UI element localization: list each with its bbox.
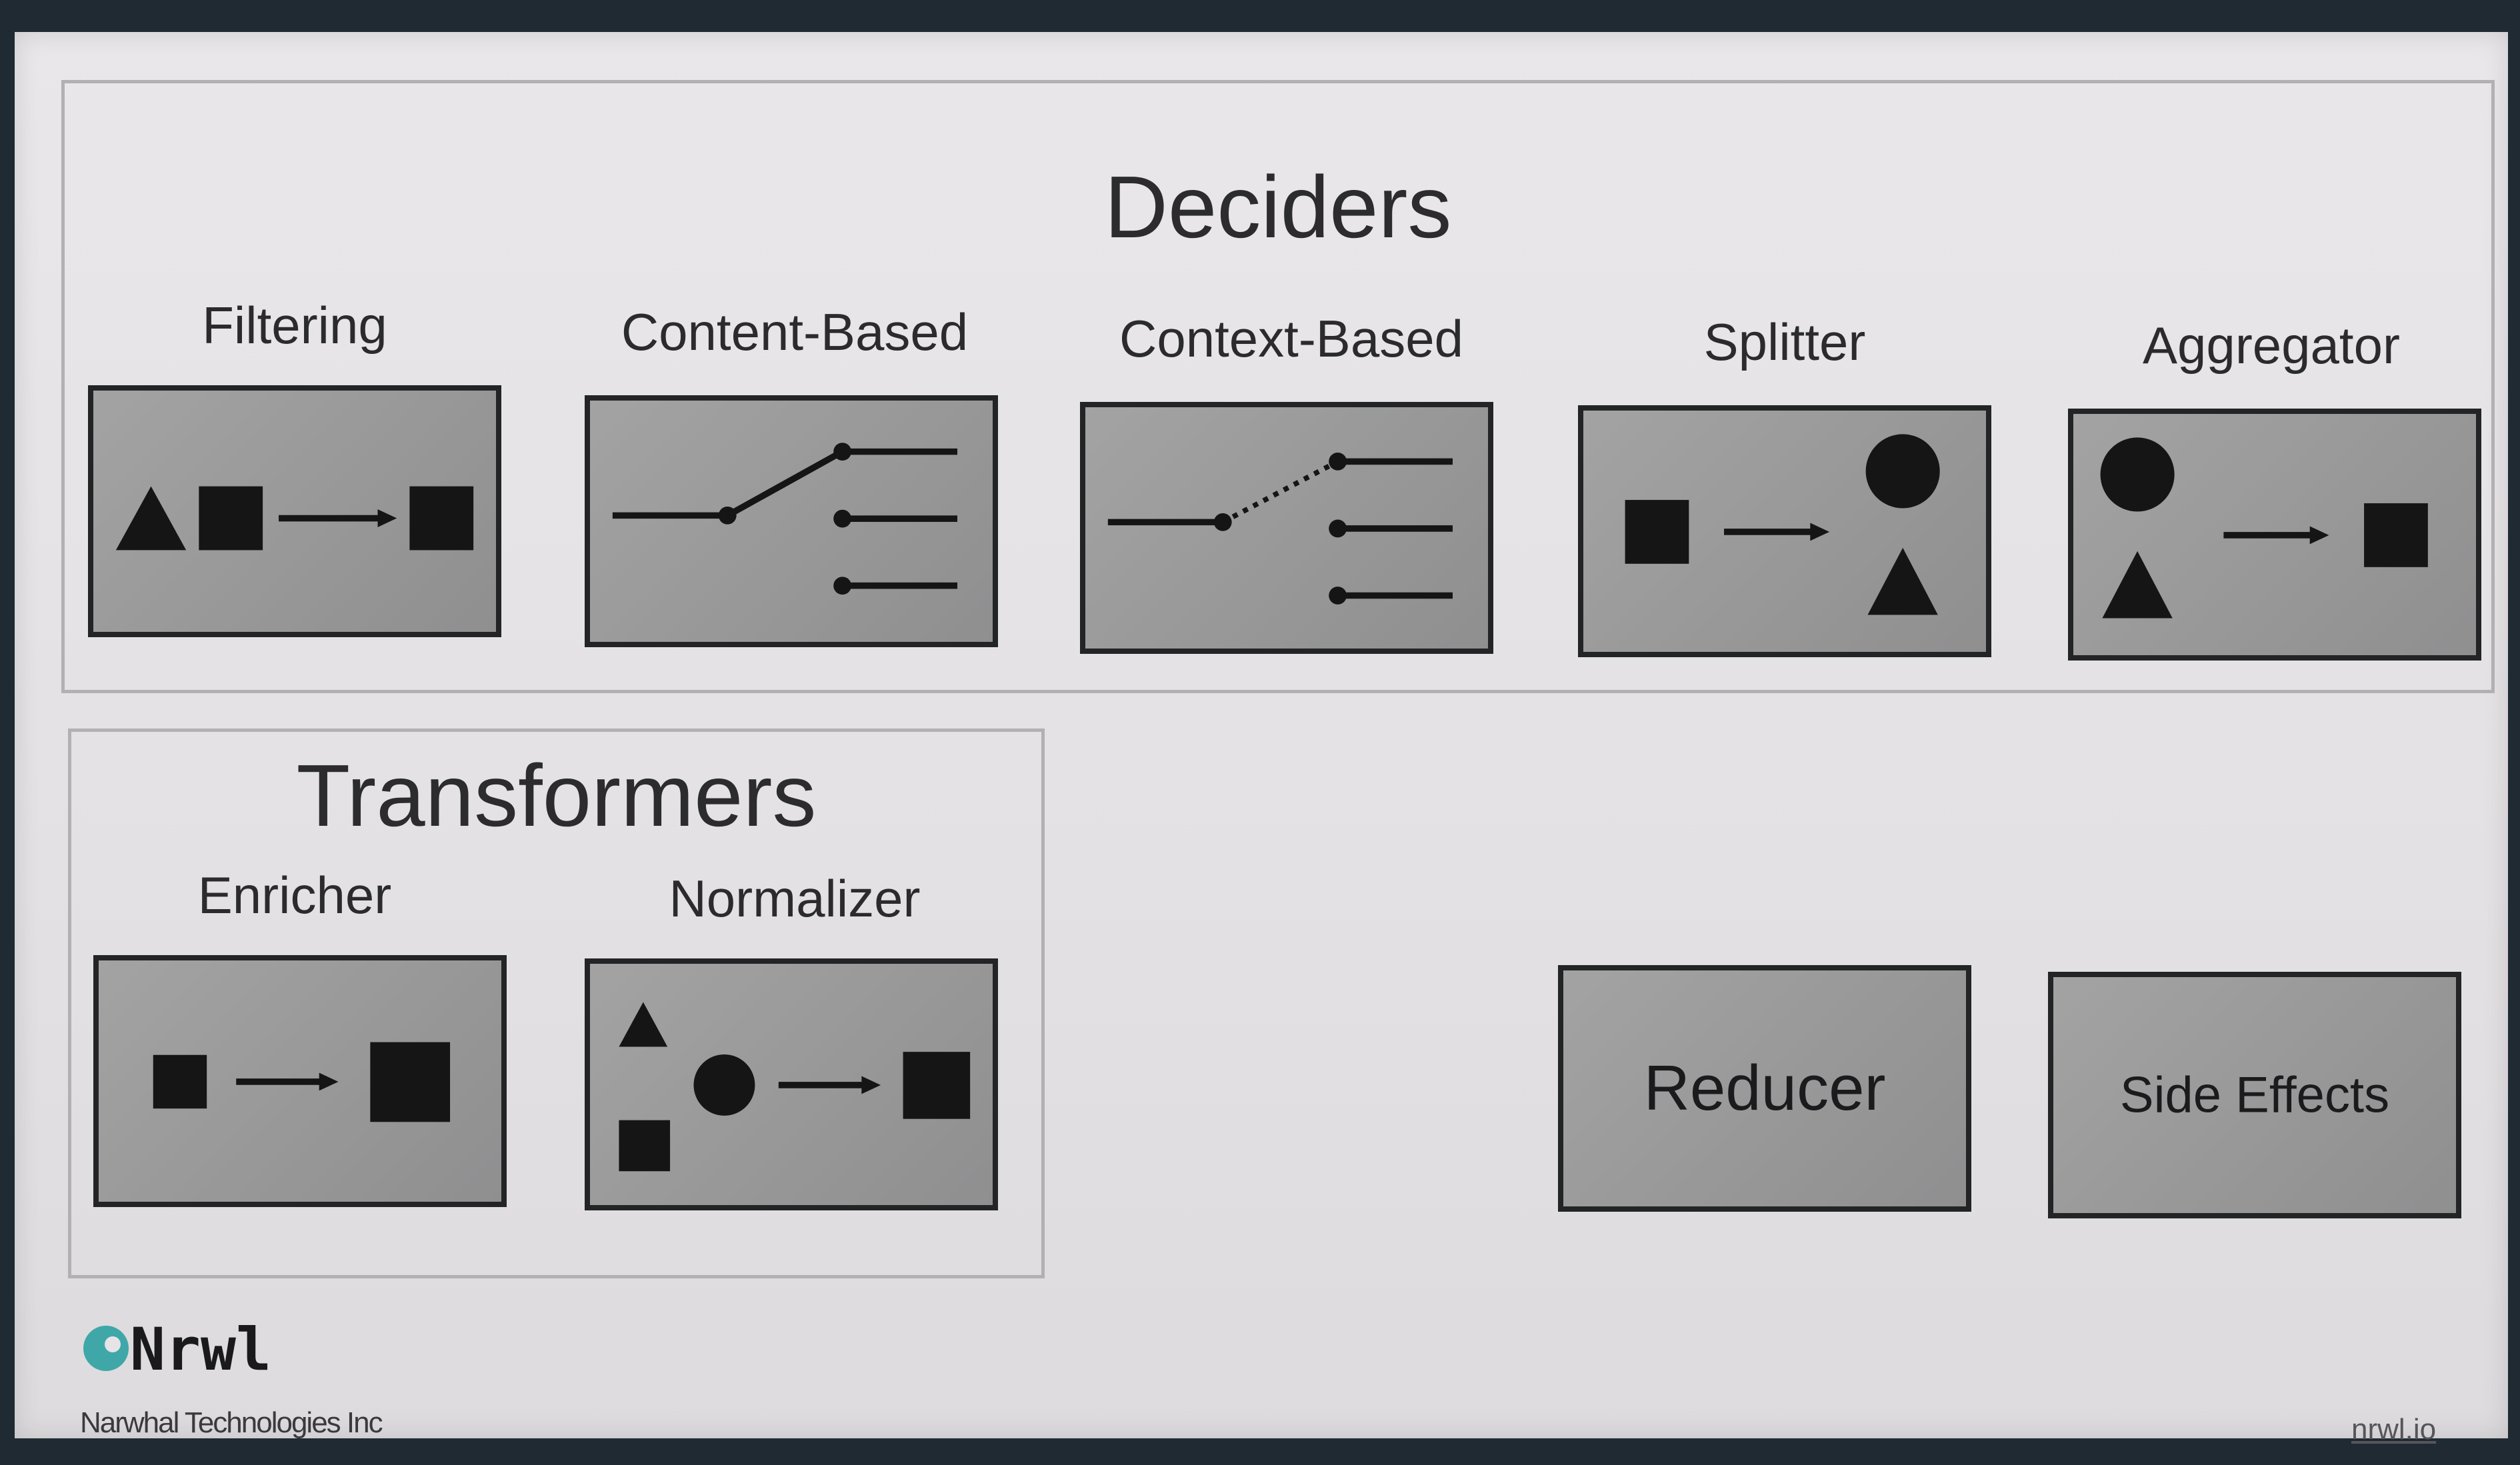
arrow-head-icon <box>319 1072 339 1091</box>
reducer-tile: Reducer <box>1558 965 1971 1212</box>
arrow-head-icon <box>1810 523 1830 541</box>
triangle-icon <box>2102 551 2173 619</box>
large-square-icon <box>370 1042 451 1122</box>
transformers-title: Transformers <box>296 746 817 844</box>
enricher-tile <box>93 955 507 1207</box>
logo-text: Nrwl <box>130 1315 271 1384</box>
context-based-diagram <box>1107 452 1453 605</box>
company-name: Narwhal Technologies Inc <box>80 1406 383 1439</box>
site-link[interactable]: nrwl.io <box>2351 1413 2436 1446</box>
square-icon <box>619 1120 671 1172</box>
content-based-diagram <box>612 443 957 595</box>
aggregator-diagram <box>2100 437 2428 619</box>
slide: Deciders Filtering Content-Based Context… <box>15 32 2508 1446</box>
reducer-label: Reducer <box>1643 1052 1886 1124</box>
aggregator-tile <box>2068 409 2481 661</box>
triangle-icon <box>619 1002 668 1047</box>
side-effects-label: Side Effects <box>2119 1066 2390 1124</box>
splitter-label: Splitter <box>1703 313 1866 371</box>
normalizer-label: Normalizer <box>669 869 921 928</box>
square-icon <box>1625 500 1689 564</box>
narwhal-logo-icon: Nrwl <box>83 1315 271 1384</box>
square-icon <box>2364 503 2428 567</box>
square-icon <box>409 486 474 551</box>
nrwl-logo: Nrwl <box>78 1315 278 1388</box>
context-based-tile <box>1080 402 1493 654</box>
circle-icon <box>1865 434 1940 509</box>
arrow-head-icon <box>377 509 397 527</box>
circle-icon <box>693 1054 755 1116</box>
content-based-tile <box>585 395 998 647</box>
content-based-label: Content-Based <box>621 303 969 361</box>
circle-icon <box>2100 437 2175 512</box>
context-based-label: Context-Based <box>1119 309 1463 368</box>
filtering-tile <box>88 385 501 637</box>
filtering-label: Filtering <box>202 296 387 355</box>
enricher-label: Enricher <box>197 866 392 924</box>
triangle-icon <box>115 486 187 551</box>
square-icon <box>903 1052 971 1119</box>
triangle-icon <box>1867 547 1938 615</box>
small-square-icon <box>153 1054 207 1109</box>
side-effects-tile: Side Effects <box>2048 972 2461 1218</box>
deciders-title: Deciders <box>1104 158 1452 256</box>
splitter-diagram <box>1625 434 1940 615</box>
normalizer-tile <box>585 958 998 1210</box>
arrow-head-icon <box>2309 526 2329 545</box>
enricher-diagram <box>153 1042 451 1122</box>
square-icon <box>199 486 263 551</box>
filtering-diagram <box>115 486 474 551</box>
splitter-tile <box>1578 405 1991 657</box>
arrow-head-icon <box>861 1076 881 1094</box>
aggregator-label: Aggregator <box>2143 316 2400 375</box>
normalizer-diagram <box>619 1002 971 1172</box>
